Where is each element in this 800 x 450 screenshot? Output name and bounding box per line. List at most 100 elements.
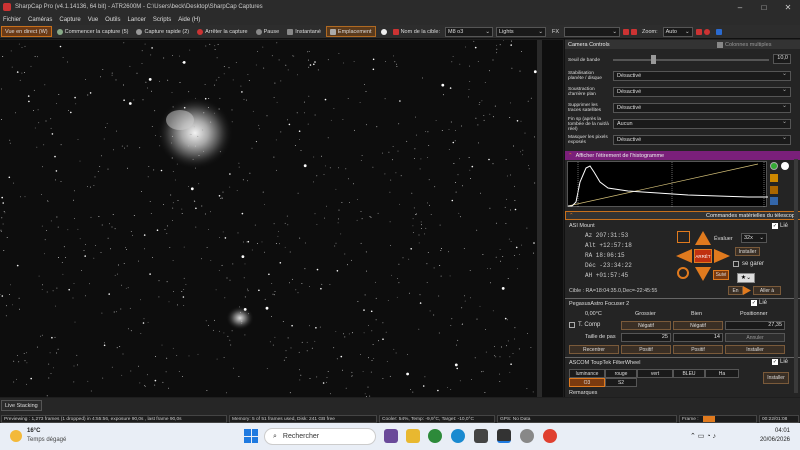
tray-icons[interactable]: ⌃ ▭ ◔ ♪: [690, 432, 716, 440]
arrow-left-icon[interactable]: [676, 249, 692, 263]
focuser-position-input[interactable]: 27,35: [725, 321, 785, 330]
file-explorer-icon[interactable]: [406, 429, 420, 443]
close-button[interactable]: ✕: [776, 0, 800, 14]
taskbar-search[interactable]: ⌕ Rechercher: [264, 428, 376, 445]
info-icon[interactable]: [770, 162, 778, 170]
menu-outils[interactable]: Outils: [105, 17, 120, 23]
pause-button[interactable]: Pause: [253, 26, 283, 37]
placement-button[interactable]: Emplacement: [325, 26, 376, 37]
menu-vue[interactable]: Vue: [88, 17, 98, 23]
mask-pixels-select[interactable]: Désactivé: [613, 134, 791, 145]
filter-s2-button[interactable]: S2: [605, 378, 637, 387]
filter-green-button[interactable]: vert: [637, 369, 673, 378]
recenter-button[interactable]: Recentrer: [569, 345, 619, 354]
rate-select[interactable]: 32x ⌄: [741, 233, 767, 243]
home-target-icon[interactable]: [677, 267, 689, 279]
quick-capture-button[interactable]: Capture rapide (2): [133, 26, 192, 37]
menu-scripts[interactable]: Scripts: [153, 17, 171, 23]
zoom-select[interactable]: Auto ⌄: [662, 26, 693, 37]
app-icon[interactable]: [474, 429, 488, 443]
histogram-toggle-icon[interactable]: [703, 28, 710, 35]
filter-blue-button[interactable]: BLEU: [673, 369, 705, 378]
background-subtraction-select[interactable]: Désactivé: [613, 86, 791, 97]
planet-stabilization-select[interactable]: Désactivé: [613, 70, 791, 81]
goto-button[interactable]: Aller à: [753, 286, 781, 295]
filter-ha-button[interactable]: Ha: [705, 369, 739, 378]
snapshot-button[interactable]: Instantané: [284, 26, 324, 37]
minimize-button[interactable]: –: [728, 0, 752, 14]
windows-start-icon[interactable]: [244, 429, 258, 443]
temp-comp-checkbox[interactable]: T. Comp: [569, 322, 600, 328]
filter-red-button[interactable]: rouge: [605, 369, 637, 378]
focus-icon[interactable]: [631, 28, 638, 35]
reset-icon[interactable]: [770, 186, 778, 194]
tracking-button[interactable]: Suivi: [713, 270, 729, 280]
sync-button[interactable]: En: [728, 286, 743, 295]
record-icon[interactable]: [380, 28, 387, 35]
viewer-scrollbar[interactable]: [537, 40, 542, 397]
app-icon[interactable]: [520, 429, 534, 443]
mount-linked-checkbox[interactable]: ✓ Lié: [772, 223, 788, 229]
overlay-icon[interactable]: [695, 28, 702, 35]
chrome-icon[interactable]: [543, 429, 557, 443]
reticle-icon[interactable]: [623, 28, 630, 35]
pin-icon[interactable]: [715, 28, 722, 35]
fine-step-input[interactable]: 14: [673, 333, 723, 342]
multi-columns-toggle[interactable]: Colonnes multiples: [717, 41, 771, 48]
menu-fichier[interactable]: Fichier: [3, 17, 21, 23]
park-checkbox[interactable]: se garer: [733, 261, 764, 267]
contrast-icon[interactable]: [781, 162, 789, 170]
coarse-negative-button[interactable]: Négatif: [621, 321, 671, 330]
edge-icon[interactable]: [451, 429, 465, 443]
arrow-down-icon[interactable]: [695, 267, 711, 281]
menu-capture[interactable]: Capture: [59, 17, 80, 23]
end-session-select[interactable]: Aucun: [613, 118, 791, 129]
maximize-button[interactable]: □: [752, 0, 776, 14]
coarse-step-input[interactable]: 25: [621, 333, 671, 342]
filter-luminance-button[interactable]: luminance: [569, 369, 605, 378]
arrow-up-icon[interactable]: [695, 231, 711, 245]
histogram-chart[interactable]: [567, 161, 768, 208]
lightning-icon[interactable]: [770, 174, 778, 182]
start-capture-button[interactable]: Commencer la capture (5): [54, 26, 132, 37]
focuser-settings-button[interactable]: Installer: [725, 345, 785, 354]
target-name-field[interactable]: M8 o3 ⌄: [445, 26, 493, 37]
save-icon[interactable]: [770, 197, 778, 205]
fx-select[interactable]: ⌄: [564, 26, 621, 37]
fine-positive-button[interactable]: Positif: [673, 345, 723, 354]
filter-o3-button[interactable]: O3: [569, 378, 605, 387]
arrow-right-icon[interactable]: [714, 249, 730, 263]
frame-type-select[interactable]: Lights ⌄: [496, 26, 546, 37]
arrow-right-icon[interactable]: [743, 286, 751, 295]
focuser-cancel-button[interactable]: Annuler: [725, 333, 785, 342]
star-select-button[interactable]: ★⌄: [737, 273, 755, 283]
menu-lancer[interactable]: Lancer: [128, 17, 146, 23]
weather-sun-icon[interactable]: [10, 430, 22, 442]
stop-slew-button[interactable]: ARRÊT: [694, 249, 712, 263]
menu-cameras[interactable]: Caméras: [28, 17, 52, 23]
panel-scrollbar[interactable]: [794, 159, 798, 393]
telescope-header[interactable]: ⌃ Commandes matérielles du télescope: [565, 211, 800, 220]
taskview-icon[interactable]: [384, 429, 398, 443]
histogram-header[interactable]: ⌃ Afficher l'étirement de l'histogramme: [565, 151, 800, 160]
mount-settings-button[interactable]: Installer: [735, 247, 760, 256]
app-icon[interactable]: [428, 429, 442, 443]
band-threshold-value[interactable]: 10,0: [773, 54, 791, 64]
band-threshold-slider[interactable]: [613, 59, 769, 61]
image-viewer[interactable]: [0, 40, 563, 397]
satellite-removal-select[interactable]: Désactivé: [613, 102, 791, 113]
camera-controls-header[interactable]: Camera Controls Colonnes multiples: [565, 40, 800, 49]
sharpcap-taskbar-icon[interactable]: [497, 429, 511, 443]
coarse-positive-button[interactable]: Positif: [621, 345, 671, 354]
remarks-header[interactable]: Remarques: [569, 390, 597, 396]
park-position-icon[interactable]: [677, 231, 690, 243]
fine-negative-button[interactable]: Négatif: [673, 321, 723, 330]
live-view-button[interactable]: Vue en direct (W): [1, 26, 52, 37]
filterwheel-settings-button[interactable]: Installer: [763, 372, 789, 384]
focuser-linked-checkbox[interactable]: ✓ Lié: [751, 300, 767, 306]
stop-capture-button[interactable]: Arrêter la capture: [194, 26, 251, 37]
filterwheel-linked-checkbox[interactable]: ✓ Lié: [772, 359, 788, 365]
slider-handle[interactable]: [651, 55, 656, 64]
menu-aide[interactable]: Aide (H): [178, 17, 200, 23]
live-stacking-tab[interactable]: Live Stacking: [1, 400, 42, 411]
